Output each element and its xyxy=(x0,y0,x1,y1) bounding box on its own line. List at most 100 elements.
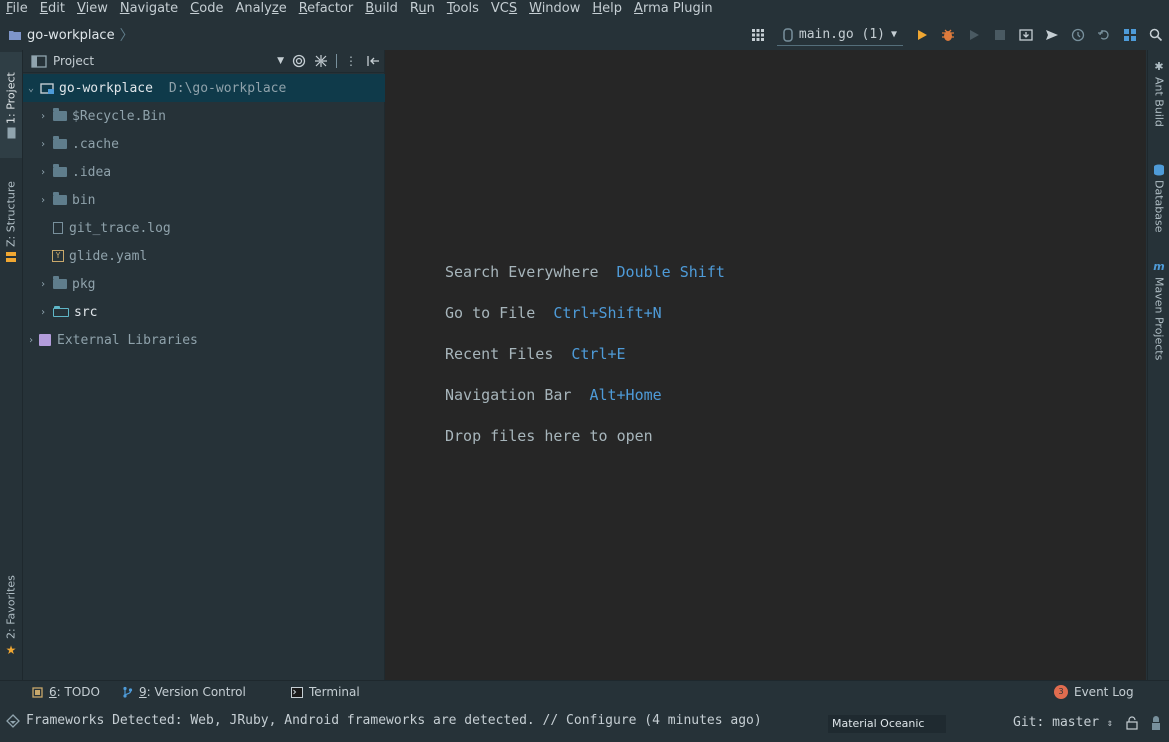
tree-item-label: pkg xyxy=(72,276,96,292)
tree-item-glide-yaml[interactable]: Y glide.yaml xyxy=(23,242,410,270)
tree-item-label: src xyxy=(74,304,98,320)
frameworks-icon xyxy=(6,713,20,728)
tree-item-cache[interactable]: › .cache xyxy=(23,130,398,158)
more-options-icon[interactable]: ⋮ xyxy=(340,50,362,72)
tree-item-label: .cache xyxy=(72,136,119,152)
menu-item-mnemonic: H xyxy=(592,1,603,16)
menu-item[interactable]: Edit xyxy=(34,0,71,18)
menu-item[interactable]: VCS xyxy=(485,0,523,18)
folder-icon xyxy=(53,136,67,149)
tree-item-pkg[interactable]: › pkg xyxy=(23,270,398,298)
collapse-all-icon[interactable] xyxy=(310,50,332,72)
tab-database[interactable]: Database xyxy=(1148,164,1169,254)
menu-item-text: Analy xyxy=(235,1,272,16)
git-branch-widget[interactable]: Git: master ⇕ xyxy=(1013,715,1113,730)
tab-vc-number: 9 xyxy=(139,685,147,699)
tab-vc-text: : Version Control xyxy=(146,685,246,699)
grid-icon[interactable] xyxy=(745,22,771,48)
tab-todo-text: : TODO xyxy=(56,685,100,699)
todo-icon xyxy=(32,686,43,698)
run-configuration-label: main.go (1) xyxy=(798,27,885,42)
inspector-icon[interactable] xyxy=(1150,715,1162,735)
breadcrumb-project[interactable]: go-workplace xyxy=(27,28,115,43)
editor-empty-area[interactable]: Search Everywhere Double Shift Go to Fil… xyxy=(385,50,1146,680)
tab-ant-build-label: Ant Build xyxy=(1152,77,1166,127)
menu-item[interactable]: Arma Plugin xyxy=(628,0,719,18)
event-count-badge: 3 xyxy=(1054,685,1068,699)
hint-drop-files: Drop files here to open xyxy=(445,427,653,445)
tab-favorites[interactable]: ★ 2: Favorites xyxy=(0,560,22,672)
menu-item[interactable]: File xyxy=(0,0,34,18)
menu-item-text: elp xyxy=(602,1,623,16)
vcs-push-icon[interactable] xyxy=(1039,22,1065,48)
debug-icon[interactable] xyxy=(935,22,961,48)
tab-structure[interactable]: Z: Structure xyxy=(0,166,22,278)
menu-item[interactable]: Code xyxy=(184,0,229,18)
menu-item[interactable]: Run xyxy=(404,0,441,18)
tree-item-src[interactable]: › src xyxy=(23,298,398,326)
menu-item[interactable]: Refactor xyxy=(293,0,360,18)
project-panel-header: Project ▼ ⋮ xyxy=(23,50,384,73)
status-message[interactable]: Frameworks Detected: Web, JRuby, Android… xyxy=(6,713,762,728)
database-icon xyxy=(1154,164,1164,176)
tree-item-external-libraries[interactable]: › External Libraries xyxy=(23,326,386,354)
tab-maven-projects[interactable]: m Maven Projects xyxy=(1148,260,1169,390)
menu-item-mnemonic: B xyxy=(365,1,375,16)
chevron-right-icon: › xyxy=(39,138,47,150)
run-configuration-select[interactable]: main.go (1) ▼ xyxy=(776,25,903,46)
hide-panel-icon[interactable] xyxy=(362,50,384,72)
terminal-icon xyxy=(291,686,303,698)
theme-indicator[interactable]: Material Oceanic xyxy=(828,715,946,733)
tree-item-bin[interactable]: › bin xyxy=(23,186,398,214)
tab-version-control[interactable]: 9: Version Control xyxy=(122,685,246,699)
menu-item-text: uild xyxy=(374,1,398,16)
tab-maven-projects-label: Maven Projects xyxy=(1152,277,1166,361)
tree-root[interactable]: ⌄ go-workplace D:\go-workplace xyxy=(23,74,386,102)
tab-ant-build[interactable]: ✱ Ant Build xyxy=(1148,60,1169,160)
stop-icon[interactable] xyxy=(987,22,1013,48)
history-icon[interactable] xyxy=(1065,22,1091,48)
tree-item-git-trace-log[interactable]: git_trace.log xyxy=(23,214,410,242)
run-icon[interactable] xyxy=(909,22,935,48)
git-branch-label: Git: master xyxy=(1013,715,1100,730)
tree-item-label: $Recycle.Bin xyxy=(72,108,166,124)
lock-icon[interactable] xyxy=(1126,716,1138,734)
breadcrumb[interactable]: go-workplace 〉 xyxy=(8,25,134,45)
menu-item-text: avigate xyxy=(129,1,179,16)
chevron-right-icon: › xyxy=(39,166,47,178)
menu-item-text: ode xyxy=(199,1,224,16)
menu-item[interactable]: View xyxy=(71,0,114,18)
hint-drop-label: Drop files here to open xyxy=(445,427,653,445)
menu-item[interactable]: Build xyxy=(359,0,404,18)
tree-item-recycle-bin[interactable]: › $Recycle.Bin xyxy=(23,102,398,130)
run-with-coverage-icon[interactable] xyxy=(961,22,987,48)
tab-terminal[interactable]: Terminal xyxy=(291,685,360,699)
tree-root-name: go-workplace xyxy=(59,80,153,96)
menu-item[interactable]: Tools xyxy=(441,0,485,18)
yaml-file-icon: Y xyxy=(52,250,64,262)
menu-item-text: dit xyxy=(48,1,65,16)
locate-target-icon[interactable] xyxy=(288,50,310,72)
maven-icon: m xyxy=(1153,260,1165,273)
vcs-update-icon[interactable] xyxy=(1013,22,1039,48)
revert-icon[interactable] xyxy=(1091,22,1117,48)
tab-event-log[interactable]: 3 Event Log xyxy=(1054,685,1134,699)
menu-item[interactable]: Analyze xyxy=(229,0,292,18)
menu-item[interactable]: Help xyxy=(586,0,628,18)
structure-icon xyxy=(6,251,16,262)
hint-label: Recent Files xyxy=(445,345,554,363)
tab-project-label: 1: Project xyxy=(4,72,18,124)
menu-item[interactable]: Window xyxy=(523,0,586,18)
search-icon[interactable] xyxy=(1143,22,1169,48)
menu-item[interactable]: Navigate xyxy=(114,0,184,18)
project-structure-icon[interactable] xyxy=(1117,22,1143,48)
tab-todo[interactable]: 6: TODO xyxy=(32,685,100,699)
project-view-selector[interactable]: Project ▼ xyxy=(23,54,288,68)
hint-go-to-file: Go to File Ctrl+Shift+N xyxy=(445,304,662,322)
ant-icon: ✱ xyxy=(1152,60,1166,73)
tab-project[interactable]: 1: Project xyxy=(0,52,22,158)
tree-item-idea[interactable]: › .idea xyxy=(23,158,398,186)
tree-item-label: External Libraries xyxy=(57,332,198,348)
tab-terminal-label: Terminal xyxy=(309,685,360,699)
chevron-right-icon: › xyxy=(39,194,47,206)
